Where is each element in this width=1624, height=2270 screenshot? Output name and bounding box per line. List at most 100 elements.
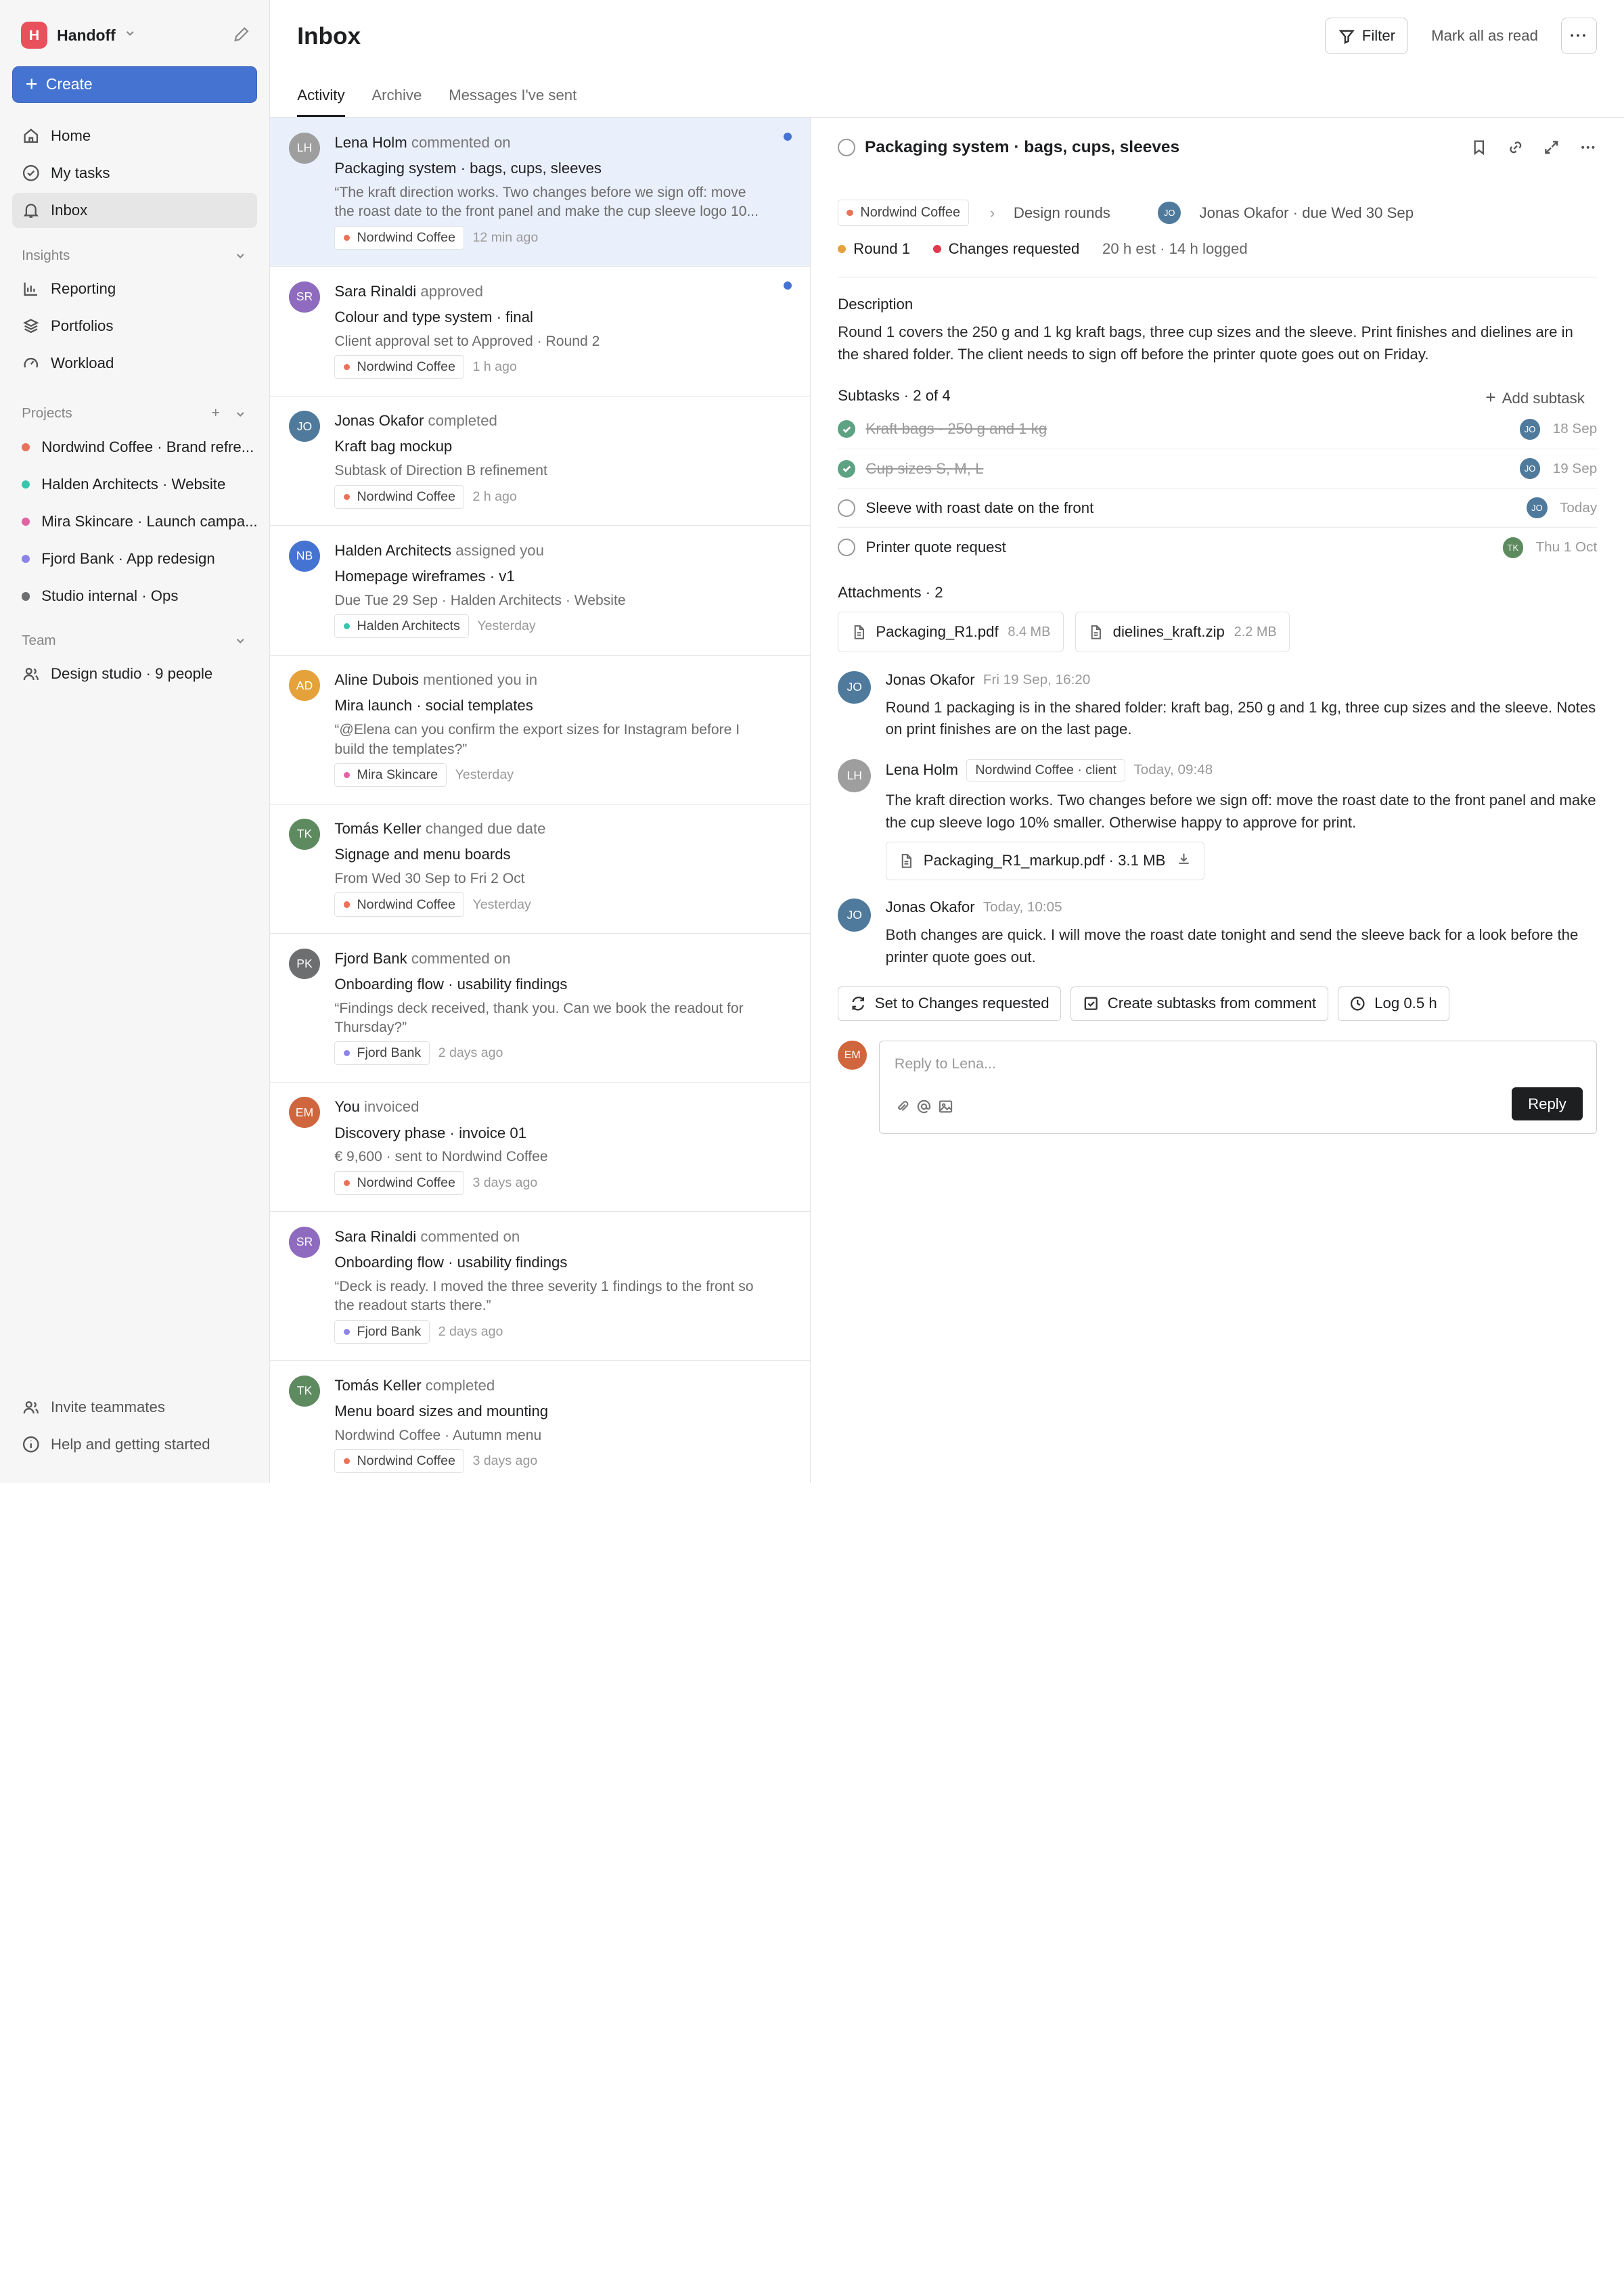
comment-author[interactable]: Lena Holm xyxy=(886,761,958,779)
project-tag[interactable]: Halden Architects xyxy=(334,614,470,639)
action-button[interactable]: Set to Changes requested xyxy=(838,986,1062,1021)
sidebar-footer: Invite teammates Help and getting starte… xyxy=(12,1390,210,1464)
project-item[interactable]: Studio internal · Ops xyxy=(12,578,257,615)
more-options-button[interactable]: ··· xyxy=(1560,18,1598,54)
project-tag[interactable]: Fjord Bank xyxy=(334,1041,430,1066)
inbox-item[interactable]: PK Fjord Bank commented on Onboarding flow… xyxy=(270,934,811,1083)
expand-icon[interactable] xyxy=(1542,138,1561,157)
invite-teammates[interactable]: Invite teammates xyxy=(12,1390,210,1425)
filter-button[interactable]: Filter xyxy=(1325,18,1409,54)
tab-archive[interactable]: Archive xyxy=(371,87,422,118)
chevron-down-icon[interactable] xyxy=(234,408,246,420)
insights-title: Insights xyxy=(22,247,70,263)
tab-activity[interactable]: Activity xyxy=(297,87,345,118)
round-label[interactable]: Round 1 xyxy=(853,240,910,258)
clock-icon xyxy=(1351,997,1365,1011)
subtask-row[interactable]: Kraft bags · 250 g and 1 kg JO 18 Sep xyxy=(838,410,1598,450)
inbox-item[interactable]: SR Sara Rinaldi approved Colour and type s… xyxy=(270,267,811,396)
action-button[interactable]: Create subtasks from comment xyxy=(1070,986,1328,1021)
bell-icon xyxy=(23,204,39,218)
nav-item-home[interactable]: Home xyxy=(12,118,257,153)
nav-item-reporting[interactable]: Reporting xyxy=(12,271,257,307)
chevron-down-icon[interactable] xyxy=(234,250,246,262)
inbox-item[interactable]: TK Tomás Keller completed Menu board sizes… xyxy=(270,1361,810,1483)
paperclip-icon[interactable] xyxy=(895,1099,910,1114)
download-icon[interactable] xyxy=(1176,851,1192,871)
comment-author[interactable]: Jonas Okafor xyxy=(886,671,975,689)
mark-all-read-button[interactable]: Mark all as read xyxy=(1431,27,1538,45)
project-tag[interactable]: Fjord Bank xyxy=(334,1319,430,1344)
action-button[interactable]: Log 0.5 h xyxy=(1337,986,1449,1021)
subtask-row[interactable]: Printer quote request TK Thu 1 Oct xyxy=(838,528,1597,567)
project-item[interactable]: Nordwind Coffee · Brand refre... xyxy=(12,429,257,466)
nav-label: Inbox xyxy=(50,201,88,219)
attachment-file[interactable]: dielines_kraft.zip 2.2 MB xyxy=(1075,612,1290,652)
round-dot xyxy=(838,244,847,254)
chevron-down-icon[interactable] xyxy=(234,635,246,647)
subtask-checkbox[interactable] xyxy=(838,499,856,517)
inbox-item[interactable]: TK Tomás Keller changed due date Signage a… xyxy=(270,804,811,934)
project-tag-label: Nordwind Coffee xyxy=(357,229,455,245)
reply-button[interactable]: Reply xyxy=(1511,1087,1583,1121)
assignee-due[interactable]: Jonas Okafor · due Wed 30 Sep xyxy=(1200,204,1414,222)
project-tag[interactable]: Nordwind Coffee xyxy=(334,1449,465,1474)
project-tag[interactable]: Nordwind Coffee xyxy=(334,355,465,380)
completed-check-icon[interactable] xyxy=(838,420,856,438)
project-tag[interactable]: Mira Skincare xyxy=(334,763,447,788)
project-tag[interactable]: Nordwind Coffee xyxy=(334,484,465,509)
home-icon xyxy=(24,128,39,143)
project-item[interactable]: Mira Skincare · Launch campa... xyxy=(12,503,257,541)
avatar: JO xyxy=(838,671,872,704)
link-icon[interactable] xyxy=(1506,138,1525,157)
nav-item-my-tasks[interactable]: My tasks xyxy=(12,156,257,191)
project-tag[interactable]: Nordwind Coffee xyxy=(334,892,465,917)
project-tag[interactable]: Nordwind Coffee xyxy=(838,200,970,226)
status-label[interactable]: Changes requested xyxy=(949,240,1080,258)
nav-item-inbox[interactable]: Inbox xyxy=(12,192,258,228)
help-link[interactable]: Help and getting started xyxy=(12,1427,210,1462)
insights-header[interactable]: Insights xyxy=(12,240,257,271)
section-name[interactable]: Design rounds xyxy=(1014,204,1110,222)
inbox-item[interactable]: EM You invoiced Discovery phase · invoice … xyxy=(270,1083,811,1212)
complete-task-checkbox[interactable] xyxy=(838,139,856,157)
add-subtask-button[interactable]: + Add subtask xyxy=(1485,387,1597,408)
inbox-item[interactable]: SR Sara Rinaldi commented on Onboarding fl… xyxy=(270,1212,811,1361)
team-header[interactable]: Team xyxy=(12,625,257,656)
workspace-switcher[interactable]: H Handoff xyxy=(12,0,257,70)
project-item[interactable]: Fjord Bank · App redesign xyxy=(12,541,257,578)
description-text[interactable]: Round 1 covers the 250 g and 1 kg kraft … xyxy=(838,321,1597,365)
subtask-label: Sleeve with roast date on the front xyxy=(865,499,1094,516)
comment-attachment[interactable]: Packaging_R1_markup.pdf · 3.1 MB xyxy=(885,841,1204,880)
project-tag-label: Halden Architects xyxy=(357,618,460,634)
projects-header[interactable]: Projects + xyxy=(12,398,257,429)
project-item[interactable]: Halden Architects · Website xyxy=(12,466,257,503)
project-tag[interactable]: Nordwind Coffee xyxy=(334,225,465,250)
comment-thread: JO Jonas Okafor Fri 19 Sep, 16:20 Round 1 p… xyxy=(838,671,1597,968)
layers-icon xyxy=(23,319,39,334)
subtask-row[interactable]: Cup sizes S, M, L JO 19 Sep xyxy=(838,449,1598,489)
image-icon[interactable] xyxy=(938,1099,953,1114)
compose-icon[interactable] xyxy=(232,25,251,44)
comment-author[interactable]: Jonas Okafor xyxy=(886,899,975,916)
completed-check-icon[interactable] xyxy=(838,459,856,478)
file-icon xyxy=(854,625,864,639)
nav-item-team[interactable]: Design studio · 9 people xyxy=(12,656,257,691)
inbox-item[interactable]: JO Jonas Okafor completed Kraft bag mockup… xyxy=(270,396,811,526)
tab-messages-sent[interactable]: Messages I've sent xyxy=(449,87,577,118)
nav-item-workload[interactable]: Workload xyxy=(12,346,257,381)
subtask-row[interactable]: Sleeve with roast date on the front JO Tod… xyxy=(838,489,1598,528)
mention-icon[interactable] xyxy=(916,1099,932,1114)
project-tag[interactable]: Nordwind Coffee xyxy=(334,1171,465,1195)
subtask-checkbox[interactable] xyxy=(838,539,856,557)
inbox-item[interactable]: NB Halden Architects assigned you Homepage… xyxy=(270,526,811,656)
bookmark-icon[interactable] xyxy=(1470,138,1489,157)
reply-input[interactable] xyxy=(894,1055,1413,1073)
add-project-icon[interactable]: + xyxy=(212,405,221,422)
inbox-item[interactable]: LH Lena Holm commented on Packaging system… xyxy=(270,118,811,267)
more-icon[interactable] xyxy=(1579,138,1598,157)
inbox-item[interactable]: AD Aline Dubois mentioned you in Mira laun… xyxy=(270,656,811,804)
activity-line: Tomás Keller completed xyxy=(334,1376,789,1397)
attachment-file[interactable]: Packaging_R1.pdf 8.4 MB xyxy=(838,612,1064,652)
create-button[interactable]: + Create xyxy=(12,66,258,103)
nav-item-portfolios[interactable]: Portfolios xyxy=(12,309,257,344)
